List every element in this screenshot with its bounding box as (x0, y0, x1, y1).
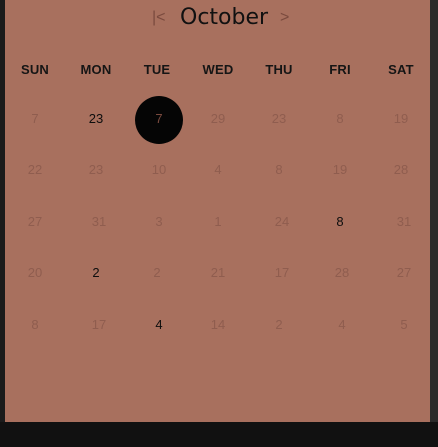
day-cell-selected[interactable]: 7 (129, 96, 189, 142)
day-cell[interactable]: 31 (374, 199, 434, 245)
window-edge (430, 0, 438, 447)
day-cell[interactable]: 24 (252, 199, 312, 245)
day-cell[interactable]: 5 (374, 302, 434, 348)
app-frame: |< October > SUN MON TUE WED THU FRI SAT… (0, 0, 438, 447)
day-cell[interactable]: 4 (312, 302, 372, 348)
day-cell[interactable]: 31 (69, 199, 129, 245)
day-cell[interactable]: 29 (188, 96, 248, 142)
day-cell[interactable]: 8 (310, 199, 370, 245)
day-cell[interactable]: 17 (69, 302, 129, 348)
day-cell[interactable]: 8 (310, 96, 370, 142)
bottom-bar (0, 422, 438, 447)
day-cell[interactable]: 8 (249, 147, 309, 193)
day-cell[interactable]: 22 (5, 147, 65, 193)
day-cell[interactable]: 23 (249, 96, 309, 142)
day-cell[interactable]: 2 (249, 302, 309, 348)
day-cell[interactable]: 19 (310, 147, 370, 193)
day-cell[interactable]: 27 (5, 199, 65, 245)
calendar-panel: |< October > SUN MON TUE WED THU FRI SAT… (5, 0, 430, 422)
day-grid: 7 23 7 29 23 8 19 22 23 10 4 8 19 28 27 … (5, 0, 430, 422)
day-cell[interactable]: 2 (66, 250, 126, 296)
day-cell[interactable]: 14 (188, 302, 248, 348)
day-cell[interactable]: 28 (371, 147, 431, 193)
day-cell[interactable]: 3 (129, 199, 189, 245)
day-cell[interactable]: 4 (188, 147, 248, 193)
day-cell[interactable]: 21 (188, 250, 248, 296)
day-cell[interactable]: 8 (5, 302, 65, 348)
day-cell[interactable]: 1 (188, 199, 248, 245)
day-cell[interactable]: 20 (5, 250, 65, 296)
day-cell[interactable]: 28 (312, 250, 372, 296)
day-cell[interactable]: 27 (374, 250, 434, 296)
day-cell[interactable]: 23 (66, 147, 126, 193)
day-cell[interactable]: 2 (127, 250, 187, 296)
day-cell[interactable]: 19 (371, 96, 431, 142)
day-cell[interactable]: 7 (5, 96, 65, 142)
day-cell[interactable]: 17 (252, 250, 312, 296)
day-cell[interactable]: 23 (66, 96, 126, 142)
day-cell[interactable]: 4 (129, 302, 189, 348)
day-cell[interactable]: 10 (129, 147, 189, 193)
